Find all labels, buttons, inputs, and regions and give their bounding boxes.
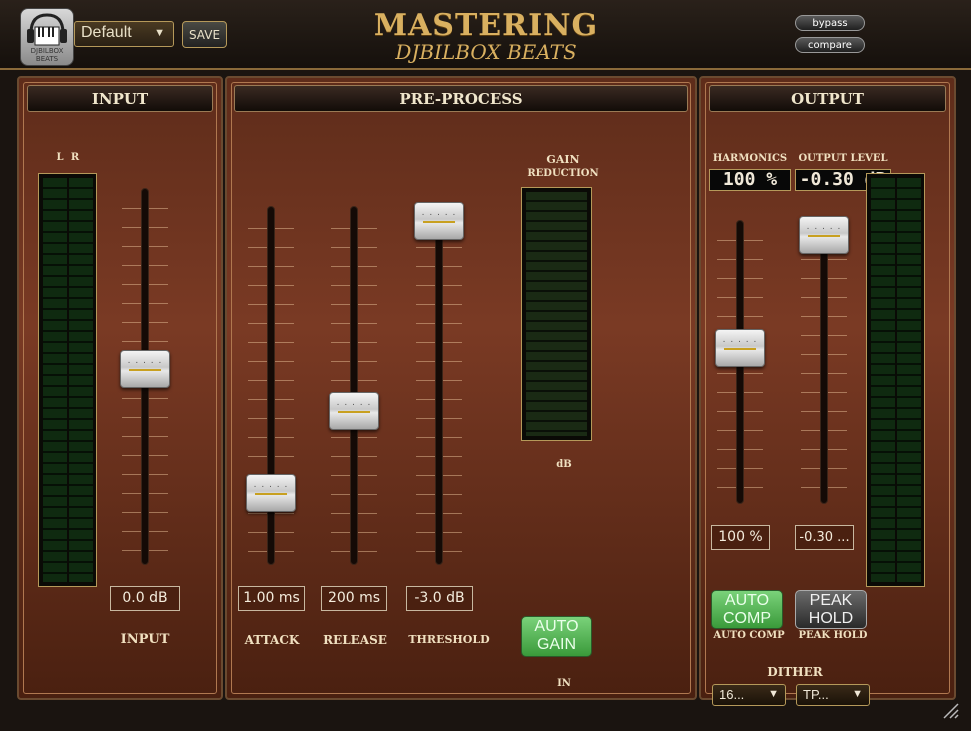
chevron-down-icon: ▼ xyxy=(154,27,165,39)
output-meter-channel-right xyxy=(897,178,921,582)
chevron-down-icon: ▼ xyxy=(768,688,779,700)
preprocess-panel-title: PRE-PROCESS xyxy=(234,85,688,112)
resize-grip-icon[interactable] xyxy=(938,698,960,720)
harmonics-display: 100 % xyxy=(709,169,791,191)
auto-gain-button[interactable]: AUTO GAIN xyxy=(521,616,592,657)
output-level-slider-track[interactable] xyxy=(820,220,828,504)
dither-bits-value: 16... xyxy=(719,687,745,702)
harmonics-value-field[interactable]: 100 % xyxy=(711,525,770,550)
attack-value-field[interactable]: 1.00 ms xyxy=(238,586,305,611)
logo: DJBILBOX BEATS xyxy=(20,8,74,66)
compare-button[interactable]: compare xyxy=(795,37,865,53)
piano-headphones-icon xyxy=(27,13,67,46)
output-level-label: OUTPUT LEVEL xyxy=(798,153,888,164)
release-slider-handle[interactable] xyxy=(329,391,379,430)
app-title: MASTERING xyxy=(373,8,599,43)
dither-type-dropdown[interactable]: TP... ▼ xyxy=(796,684,870,706)
auto-comp-button[interactable]: AUTO COMP xyxy=(711,590,783,629)
threshold-label: THRESHOLD xyxy=(408,633,490,646)
peak-hold-label: PEAK HOLD xyxy=(798,630,868,641)
output-meter-channel-left xyxy=(871,178,895,582)
gain-reduction-label-2: REDUCTION xyxy=(527,168,599,179)
meter-left-label: L xyxy=(56,152,64,163)
input-panel-title: INPUT xyxy=(27,85,213,112)
app-subtitle: DJBILBOX BEATS xyxy=(395,40,577,64)
dither-type-value: TP... xyxy=(803,687,829,702)
auto-comp-label: AUTO COMP xyxy=(713,630,785,641)
meter-right-label: R xyxy=(70,152,80,163)
release-label: RELEASE xyxy=(323,633,387,647)
gain-reduction-label-1: GAIN xyxy=(546,153,580,166)
save-button[interactable]: SAVE xyxy=(182,21,227,48)
release-value-field[interactable]: 200 ms xyxy=(321,586,387,611)
dither-label: DITHER xyxy=(767,665,823,679)
attack-label: ATTACK xyxy=(244,633,300,647)
gain-reduction-unit: dB xyxy=(556,459,572,470)
output-level-meter xyxy=(866,173,925,587)
input-value-field[interactable]: 0.0 dB xyxy=(110,586,180,611)
bypass-button[interactable]: bypass xyxy=(795,15,865,31)
harmonics-label: HARMONICS xyxy=(712,153,788,164)
preset-value: Default xyxy=(81,24,132,41)
logo-text: DJBILBOX BEATS xyxy=(30,47,64,63)
in-label: IN xyxy=(557,678,571,689)
release-slider-track[interactable] xyxy=(350,206,358,565)
meter-channel-left xyxy=(43,178,67,582)
input-label: INPUT xyxy=(120,632,170,647)
output-panel-title: OUTPUT xyxy=(709,85,946,112)
input-slider-handle[interactable] xyxy=(120,349,170,388)
input-level-meter xyxy=(38,173,97,587)
dither-bits-dropdown[interactable]: 16... ▼ xyxy=(712,684,786,706)
output-level-slider-handle[interactable] xyxy=(799,216,849,254)
threshold-slider-track[interactable] xyxy=(435,206,443,565)
threshold-value-field[interactable]: -3.0 dB xyxy=(406,586,473,611)
threshold-slider-handle[interactable] xyxy=(414,202,464,240)
meter-channel-right xyxy=(69,178,93,582)
gain-reduction-meter xyxy=(521,187,592,441)
attack-slider-handle[interactable] xyxy=(246,474,296,513)
peak-hold-button[interactable]: PEAK HOLD xyxy=(795,590,867,629)
harmonics-slider-handle[interactable] xyxy=(715,328,765,367)
gain-reduction-segments xyxy=(526,192,587,436)
chevron-down-icon: ▼ xyxy=(852,688,863,700)
output-level-value-field[interactable]: -0.30 ... xyxy=(795,525,854,550)
preset-dropdown[interactable]: Default ▼ xyxy=(74,21,174,47)
